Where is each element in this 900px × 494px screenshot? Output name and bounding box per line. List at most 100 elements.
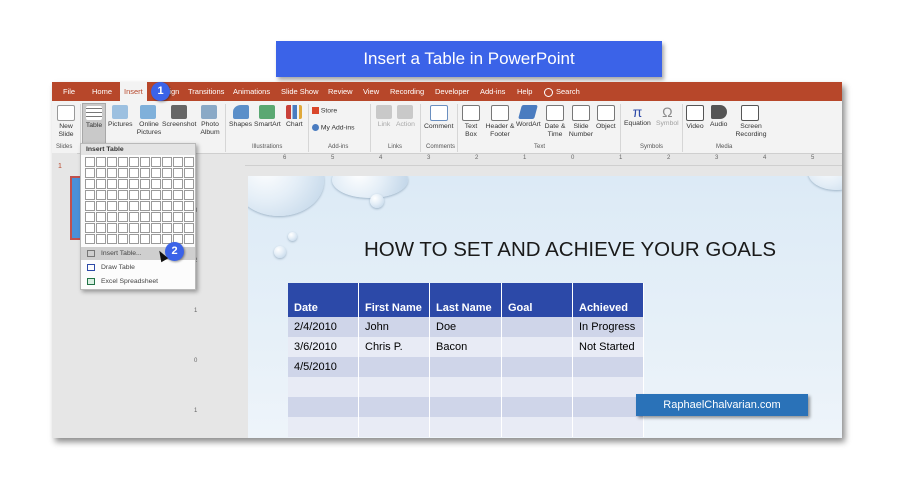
table-cell[interactable]: In Progress bbox=[572, 317, 644, 337]
grid-cell[interactable] bbox=[96, 190, 106, 200]
goals-table[interactable]: Date First Name Last Name Goal Achieved … bbox=[288, 283, 644, 437]
screenshot-button[interactable]: Screenshot bbox=[162, 105, 196, 129]
grid-cell[interactable] bbox=[173, 179, 183, 189]
video-button[interactable]: Video bbox=[686, 105, 704, 131]
audio-button[interactable]: Audio bbox=[710, 105, 727, 129]
grid-cell[interactable] bbox=[162, 179, 172, 189]
grid-cell[interactable] bbox=[129, 223, 139, 233]
grid-cell[interactable] bbox=[96, 179, 106, 189]
online-pictures-button[interactable]: Online Pictures bbox=[136, 105, 161, 137]
grid-cell[interactable] bbox=[162, 168, 172, 178]
grid-cell[interactable] bbox=[151, 168, 161, 178]
tab-file[interactable]: File bbox=[63, 82, 75, 101]
search-box[interactable]: Search bbox=[544, 82, 580, 101]
grid-cell[interactable] bbox=[184, 223, 194, 233]
photo-album-button[interactable]: Photo Album bbox=[198, 105, 220, 137]
grid-cell[interactable] bbox=[85, 234, 95, 244]
symbol-button[interactable]: Ω Symbol bbox=[656, 105, 679, 128]
grid-cell[interactable] bbox=[85, 157, 95, 167]
grid-cell[interactable] bbox=[107, 212, 117, 222]
grid-cell[interactable] bbox=[107, 179, 117, 189]
grid-cell[interactable] bbox=[140, 234, 150, 244]
tab-animations[interactable]: Animations bbox=[233, 82, 270, 101]
shapes-button[interactable]: Shapes bbox=[229, 105, 252, 129]
store-button[interactable]: Store bbox=[312, 107, 337, 115]
grid-cell[interactable] bbox=[173, 201, 183, 211]
table-row[interactable]: 2/4/2010 John Doe In Progress bbox=[288, 317, 644, 337]
grid-cell[interactable] bbox=[173, 168, 183, 178]
grid-cell[interactable] bbox=[184, 234, 194, 244]
table-button[interactable]: Table bbox=[82, 103, 106, 145]
table-cell[interactable] bbox=[501, 377, 573, 397]
grid-cell[interactable] bbox=[129, 157, 139, 167]
date-time-button[interactable]: Date & Time bbox=[544, 105, 566, 139]
grid-cell[interactable] bbox=[162, 201, 172, 211]
grid-cell[interactable] bbox=[96, 223, 106, 233]
tab-transitions[interactable]: Transitions bbox=[188, 82, 224, 101]
tab-developer[interactable]: Developer bbox=[435, 82, 469, 101]
grid-cell[interactable] bbox=[140, 168, 150, 178]
header-footer-button[interactable]: Header & Footer bbox=[484, 105, 516, 139]
object-button[interactable]: Object bbox=[596, 105, 616, 131]
slide-title[interactable]: HOW TO SET AND ACHIEVE YOUR GOALS bbox=[364, 238, 776, 262]
grid-cell[interactable] bbox=[129, 190, 139, 200]
grid-cell[interactable] bbox=[96, 157, 106, 167]
grid-cell[interactable] bbox=[140, 179, 150, 189]
table-cell[interactable] bbox=[501, 417, 573, 437]
table-cell[interactable] bbox=[358, 357, 430, 377]
grid-cell[interactable] bbox=[129, 234, 139, 244]
text-box-button[interactable]: Text Box bbox=[462, 105, 480, 139]
tab-add-ins[interactable]: Add-ins bbox=[480, 82, 505, 101]
grid-cell[interactable] bbox=[96, 234, 106, 244]
table-cell[interactable] bbox=[288, 417, 359, 437]
grid-cell[interactable] bbox=[140, 212, 150, 222]
grid-cell[interactable] bbox=[85, 223, 95, 233]
grid-cell[interactable] bbox=[162, 157, 172, 167]
grid-cell[interactable] bbox=[129, 212, 139, 222]
comment-button[interactable]: Comment bbox=[424, 105, 453, 131]
grid-cell[interactable] bbox=[107, 234, 117, 244]
excel-spreadsheet-menu-item[interactable]: Excel Spreadsheet bbox=[81, 275, 195, 288]
table-cell[interactable] bbox=[572, 417, 644, 437]
wordart-button[interactable]: WordArt bbox=[516, 105, 541, 129]
grid-cell[interactable] bbox=[107, 168, 117, 178]
table-row[interactable] bbox=[288, 377, 644, 397]
table-cell[interactable] bbox=[429, 397, 502, 417]
table-cell[interactable]: 2/4/2010 bbox=[288, 317, 359, 337]
grid-cell[interactable] bbox=[140, 190, 150, 200]
pictures-button[interactable]: Pictures bbox=[108, 105, 133, 129]
grid-cell[interactable] bbox=[85, 168, 95, 178]
table-size-grid[interactable] bbox=[85, 157, 194, 244]
slide-number-button[interactable]: Slide Number bbox=[568, 105, 594, 139]
table-cell[interactable] bbox=[572, 397, 644, 417]
grid-cell[interactable] bbox=[118, 223, 128, 233]
table-cell[interactable] bbox=[358, 397, 430, 417]
table-cell[interactable] bbox=[429, 417, 502, 437]
grid-cell[interactable] bbox=[129, 168, 139, 178]
grid-cell[interactable] bbox=[151, 234, 161, 244]
grid-cell[interactable] bbox=[162, 212, 172, 222]
grid-cell[interactable] bbox=[162, 190, 172, 200]
table-cell[interactable] bbox=[572, 357, 644, 377]
grid-cell[interactable] bbox=[151, 212, 161, 222]
tab-home[interactable]: Home bbox=[92, 82, 112, 101]
grid-cell[interactable] bbox=[151, 201, 161, 211]
grid-cell[interactable] bbox=[184, 212, 194, 222]
grid-cell[interactable] bbox=[107, 201, 117, 211]
grid-cell[interactable] bbox=[184, 168, 194, 178]
grid-cell[interactable] bbox=[85, 190, 95, 200]
screen-recording-button[interactable]: Screen Recording bbox=[734, 105, 766, 139]
grid-cell[interactable] bbox=[140, 223, 150, 233]
chart-button[interactable]: Chart bbox=[286, 105, 303, 129]
action-button[interactable]: Action bbox=[396, 105, 415, 129]
new-slide-button[interactable]: New Slide bbox=[55, 105, 77, 139]
grid-cell[interactable] bbox=[129, 179, 139, 189]
table-cell[interactable]: Not Started bbox=[572, 337, 644, 357]
smartart-button[interactable]: SmartArt bbox=[254, 105, 281, 129]
grid-cell[interactable] bbox=[184, 179, 194, 189]
grid-cell[interactable] bbox=[140, 157, 150, 167]
grid-cell[interactable] bbox=[118, 168, 128, 178]
table-row[interactable]: 4/5/2010 bbox=[288, 357, 644, 377]
table-cell[interactable]: Bacon bbox=[429, 337, 502, 357]
table-cell[interactable] bbox=[288, 377, 359, 397]
